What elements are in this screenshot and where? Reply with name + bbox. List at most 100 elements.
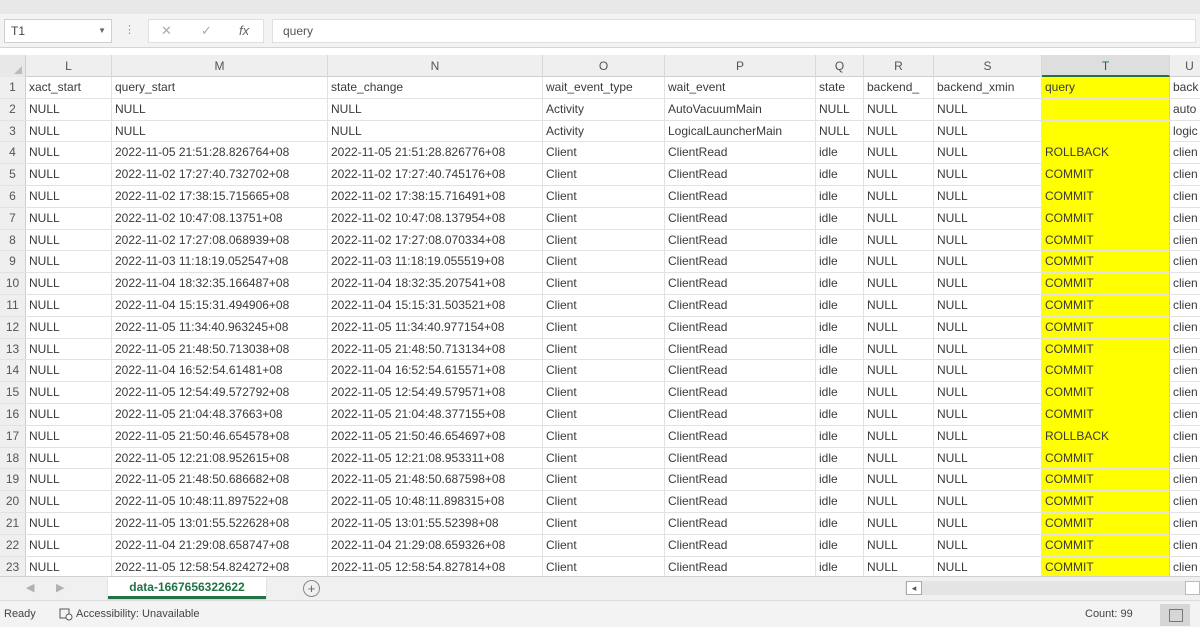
cell-n23[interactable]: 2022-11-05 12:58:54.827814+08	[328, 556, 543, 576]
cell-q9[interactable]: idle	[816, 251, 864, 273]
cell-p13[interactable]: ClientRead	[665, 338, 816, 360]
row-header[interactable]: 4	[0, 142, 26, 164]
cell-m11[interactable]: 2022-11-04 15:15:31.494906+08	[112, 295, 328, 316]
cell-t1[interactable]: query	[1042, 77, 1170, 98]
cell-q1[interactable]: state	[816, 77, 864, 98]
column-header-p[interactable]: P	[665, 55, 816, 77]
cell-t20[interactable]: COMMIT	[1042, 491, 1170, 512]
cell-s12[interactable]: NULL	[934, 316, 1042, 338]
cell-t23[interactable]: COMMIT	[1042, 556, 1170, 576]
cell-p22[interactable]: ClientRead	[665, 534, 816, 556]
cell-n14[interactable]: 2022-11-04 16:52:54.615571+08	[328, 360, 543, 382]
cell-l6[interactable]: NULL	[26, 186, 112, 207]
cell-t4[interactable]: ROLLBACK	[1042, 142, 1170, 164]
cell-l11[interactable]: NULL	[26, 295, 112, 316]
select-all-corner[interactable]	[0, 55, 26, 77]
cell-r12[interactable]: NULL	[864, 316, 934, 338]
cell-m20[interactable]: 2022-11-05 10:48:11.897522+08	[112, 491, 328, 512]
cell-m13[interactable]: 2022-11-05 21:48:50.713038+08	[112, 338, 328, 360]
row-header[interactable]: 14	[0, 360, 26, 382]
cell-q18[interactable]: idle	[816, 447, 864, 469]
cell-r21[interactable]: NULL	[864, 513, 934, 534]
cell-l3[interactable]: NULL	[26, 120, 112, 142]
cell-m17[interactable]: 2022-11-05 21:50:46.654578+08	[112, 425, 328, 447]
row-header[interactable]: 19	[0, 469, 26, 491]
cell-m7[interactable]: 2022-11-02 10:47:08.13751+08	[112, 207, 328, 229]
cell-s4[interactable]: NULL	[934, 142, 1042, 164]
cell-o20[interactable]: Client	[543, 491, 665, 512]
cell-n16[interactable]: 2022-11-05 21:04:48.377155+08	[328, 404, 543, 425]
formula-input[interactable]: query	[272, 19, 1196, 43]
cell-s3[interactable]: NULL	[934, 120, 1042, 142]
cell-p11[interactable]: ClientRead	[665, 295, 816, 316]
column-header-q[interactable]: Q	[816, 55, 864, 77]
cell-s8[interactable]: NULL	[934, 229, 1042, 251]
cell-l17[interactable]: NULL	[26, 425, 112, 447]
cell-m4[interactable]: 2022-11-05 21:51:28.826764+08	[112, 142, 328, 164]
cell-t8[interactable]: COMMIT	[1042, 229, 1170, 251]
cell-t17[interactable]: ROLLBACK	[1042, 425, 1170, 447]
cell-s11[interactable]: NULL	[934, 295, 1042, 316]
cell-u18[interactable]: clien	[1170, 448, 1200, 469]
row-header[interactable]: 23	[0, 556, 26, 576]
cell-l15[interactable]: NULL	[26, 382, 112, 403]
cell-o2[interactable]: Activity	[543, 98, 665, 120]
cell-m3[interactable]: NULL	[112, 120, 328, 142]
horizontal-scrollbar[interactable]	[905, 581, 1200, 595]
cell-o22[interactable]: Client	[543, 534, 665, 556]
cell-m8[interactable]: 2022-11-02 17:27:08.068939+08	[112, 229, 328, 251]
cell-o5[interactable]: Client	[543, 164, 665, 185]
cell-t16[interactable]: COMMIT	[1042, 404, 1170, 425]
cell-r16[interactable]: NULL	[864, 404, 934, 425]
cell-l18[interactable]: NULL	[26, 447, 112, 469]
cell-q14[interactable]: idle	[816, 360, 864, 382]
cell-l19[interactable]: NULL	[26, 469, 112, 491]
cell-l23[interactable]: NULL	[26, 556, 112, 576]
cell-p12[interactable]: ClientRead	[665, 316, 816, 338]
cell-m1[interactable]: query_start	[112, 77, 328, 98]
cell-q3[interactable]: NULL	[816, 120, 864, 142]
cell-r2[interactable]: NULL	[864, 98, 934, 120]
cell-n12[interactable]: 2022-11-05 11:34:40.977154+08	[328, 316, 543, 338]
cell-s18[interactable]: NULL	[934, 447, 1042, 469]
cell-q15[interactable]: idle	[816, 382, 864, 403]
row-header[interactable]: 1	[0, 77, 26, 98]
column-header-l[interactable]: L	[26, 55, 112, 77]
cell-s19[interactable]: NULL	[934, 469, 1042, 491]
cell-q10[interactable]: idle	[816, 273, 864, 294]
cell-s7[interactable]: NULL	[934, 207, 1042, 229]
cell-o21[interactable]: Client	[543, 513, 665, 534]
cell-n10[interactable]: 2022-11-04 18:32:35.207541+08	[328, 273, 543, 294]
cell-o1[interactable]: wait_event_type	[543, 77, 665, 98]
cell-u9[interactable]: clien	[1170, 251, 1200, 272]
cell-p16[interactable]: ClientRead	[665, 404, 816, 425]
column-header-u[interactable]: U	[1170, 55, 1200, 77]
cell-u4[interactable]: clien	[1170, 142, 1200, 163]
row-header[interactable]: 20	[0, 491, 26, 512]
cell-n15[interactable]: 2022-11-05 12:54:49.579571+08	[328, 382, 543, 403]
cell-q19[interactable]: idle	[816, 469, 864, 491]
accessibility-status[interactable]: Accessibility: Unavailable	[76, 608, 200, 620]
cell-u8[interactable]: clien	[1170, 230, 1200, 251]
cell-t14[interactable]: COMMIT	[1042, 360, 1170, 382]
cell-q11[interactable]: idle	[816, 295, 864, 316]
cell-l5[interactable]: NULL	[26, 164, 112, 185]
row-header[interactable]: 12	[0, 316, 26, 338]
cell-o9[interactable]: Client	[543, 251, 665, 273]
cell-p8[interactable]: ClientRead	[665, 229, 816, 251]
row-header[interactable]: 16	[0, 404, 26, 425]
cell-p2[interactable]: AutoVacuumMain	[665, 98, 816, 120]
cell-n11[interactable]: 2022-11-04 15:15:31.503521+08	[328, 295, 543, 316]
cell-r18[interactable]: NULL	[864, 447, 934, 469]
cell-u20[interactable]: clien	[1170, 491, 1200, 512]
cell-l1[interactable]: xact_start	[26, 77, 112, 98]
cell-t3[interactable]	[1042, 120, 1170, 142]
cell-r1[interactable]: backend_	[864, 77, 934, 98]
cell-o14[interactable]: Client	[543, 360, 665, 382]
cell-s14[interactable]: NULL	[934, 360, 1042, 382]
cell-u10[interactable]: clien	[1170, 273, 1200, 294]
cell-s15[interactable]: NULL	[934, 382, 1042, 403]
cell-u11[interactable]: clien	[1170, 295, 1200, 316]
cell-t19[interactable]: COMMIT	[1042, 469, 1170, 491]
cell-q12[interactable]: idle	[816, 316, 864, 338]
